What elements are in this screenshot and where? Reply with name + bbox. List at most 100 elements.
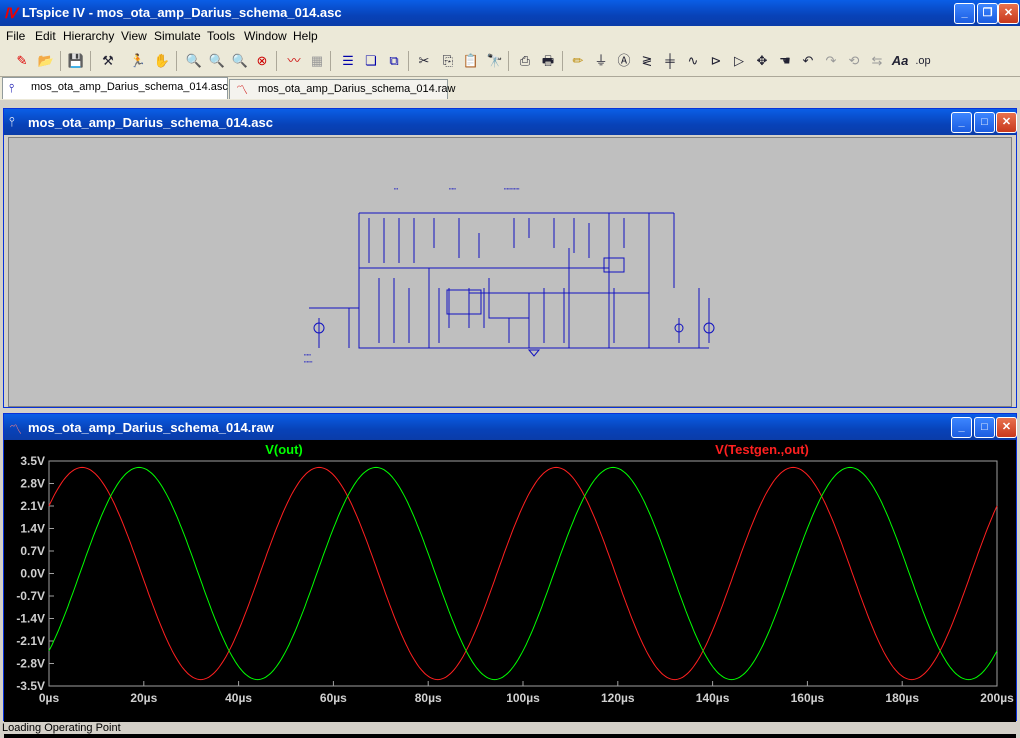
x-tick-label: 140µs	[696, 691, 730, 705]
waveform-minimize-button[interactable]: _	[951, 417, 972, 438]
close-button[interactable]: ✕	[998, 3, 1019, 24]
y-tick-label: 1.4V	[20, 522, 45, 536]
waveform-window: 〽 mos_ota_amp_Darius_schema_014.raw _ □ …	[3, 413, 1017, 738]
fft-icon[interactable]: ▦	[307, 51, 327, 71]
schematic-canvas[interactable]: ▪▪▪ ▪▪▪▪▪ ▪▪▪▪▪▪▪▪▪▪▪ ▪▪▪▪▪ ▪▪▪▪▪▪	[8, 137, 1012, 407]
y-tick-label: -2.1V	[16, 634, 45, 648]
schematic-minimize-button[interactable]: _	[951, 112, 972, 133]
menu-tools[interactable]: Tools	[207, 29, 235, 43]
waveform-close-button[interactable]: ✕	[996, 417, 1017, 438]
redo-icon[interactable]: ↷	[821, 51, 841, 71]
schematic-drawing: ▪▪▪ ▪▪▪▪▪ ▪▪▪▪▪▪▪▪▪▪▪ ▪▪▪▪▪ ▪▪▪▪▪▪	[304, 186, 715, 364]
series-line-v-testgen-out	[48, 466, 998, 681]
drag-icon[interactable]: ☚	[775, 51, 795, 71]
schematic-label-2: ▪▪▪▪▪	[449, 186, 457, 191]
legend-v-testgen-out[interactable]: V(Testgen.,out)	[715, 442, 809, 457]
mirror-icon[interactable]: ⇆	[867, 51, 887, 71]
restore-button[interactable]: ❐	[977, 3, 998, 24]
copy-icon[interactable]: ⎘	[438, 51, 458, 71]
diode-icon[interactable]: ⊳	[706, 51, 726, 71]
cascade-icon[interactable]: ❏	[361, 51, 381, 71]
schematic-window-titlebar: ⫯ mos_ota_amp_Darius_schema_014.asc _ □ …	[4, 109, 1017, 135]
series-line-v-out	[48, 466, 998, 681]
x-tick-label: 40µs	[225, 691, 252, 705]
tab-waveform-label: mos_ota_amp_Darius_schema_014.raw	[258, 83, 456, 95]
schematic-window-title: mos_ota_amp_Darius_schema_014.asc	[28, 115, 273, 130]
y-tick-label: 2.1V	[20, 499, 45, 513]
menu-simulate[interactable]: Simulate	[154, 29, 201, 43]
waveform-window-title: mos_ota_amp_Darius_schema_014.raw	[28, 420, 274, 435]
zoom-pan-icon[interactable]: 🔍	[207, 51, 227, 71]
run-icon[interactable]: 🏃	[128, 51, 148, 71]
zoom-out-icon[interactable]: 🔍	[230, 51, 250, 71]
y-tick-label: -0.7V	[16, 589, 45, 603]
x-tick-label: 100µs	[506, 691, 540, 705]
waveform-window-titlebar: 〽 mos_ota_amp_Darius_schema_014.raw _ □ …	[4, 414, 1017, 440]
plot-pane[interactable]: V(out) V(Testgen.,out) 3.5V 2.8V 2.1V 1.4V 0…	[4, 440, 1016, 738]
spice-directive-icon[interactable]: .op	[913, 51, 933, 71]
menu-hierarchy[interactable]: Hierarchy	[63, 29, 114, 43]
schematic-label-3: ▪▪▪▪▪▪▪▪▪▪▪	[504, 186, 520, 191]
ltspice-icon: Ⅳ	[4, 5, 17, 21]
waveform-plot: V(out) V(Testgen.,out) 3.5V 2.8V 2.1V 1.4V 0…	[16, 442, 1014, 705]
text-icon[interactable]: Aa	[890, 51, 910, 71]
status-text: Loading Operating Point	[2, 722, 121, 734]
status-bar: Loading Operating Point	[0, 722, 1020, 734]
menu-view[interactable]: View	[121, 29, 147, 43]
plot-frame	[48, 460, 998, 687]
rotate-icon[interactable]: ⟲	[844, 51, 864, 71]
menu-window[interactable]: Window	[244, 29, 287, 43]
label-icon[interactable]: Ⓐ	[614, 51, 634, 71]
find-icon[interactable]: 🔭	[485, 51, 505, 71]
minimize-button[interactable]: _	[954, 3, 975, 24]
y-tick-label: 2.8V	[20, 477, 45, 491]
x-tick-label: 20µs	[130, 691, 157, 705]
x-tick-label: 160µs	[791, 691, 825, 705]
menu-bar: File Edit Hierarchy View Simulate Tools …	[0, 26, 1020, 46]
schematic-maximize-button[interactable]: □	[974, 112, 995, 133]
waveform-maximize-button[interactable]: □	[974, 417, 995, 438]
print-icon[interactable]: 🖶	[538, 51, 558, 71]
x-tick-label: 180µs	[885, 691, 919, 705]
move-icon[interactable]: ✥	[752, 51, 772, 71]
wire-icon[interactable]: ✏	[568, 51, 588, 71]
schematic-label-5: ▪▪▪▪▪▪	[304, 359, 313, 364]
cut-icon[interactable]: ✂	[414, 51, 434, 71]
document-tabs: ⫯ mos_ota_amp_Darius_schema_014.asc 〽 mo…	[0, 77, 1020, 100]
control-panel-icon[interactable]: ⚒	[98, 51, 118, 71]
window-title: LTspice IV - mos_ota_amp_Darius_schema_0…	[22, 5, 342, 20]
x-tick-label: 60µs	[320, 691, 347, 705]
save-icon[interactable]: 💾	[66, 51, 86, 71]
resistor-icon[interactable]: ≷	[637, 51, 657, 71]
tab-schematic[interactable]: ⫯ mos_ota_amp_Darius_schema_014.asc	[2, 77, 228, 99]
x-tick-label: 120µs	[601, 691, 635, 705]
new-schematic-icon[interactable]: ✎	[12, 51, 32, 71]
capacitor-icon[interactable]: ╪	[660, 51, 680, 71]
paste-icon[interactable]: 📋	[461, 51, 481, 71]
schematic-label-1: ▪▪▪	[394, 186, 399, 191]
waveform-icon: 〽	[236, 83, 249, 97]
tile-horizontal-icon[interactable]: ☰	[338, 51, 358, 71]
ground-icon[interactable]: ⏚	[591, 51, 611, 71]
zoom-fit-icon[interactable]: ⊗	[252, 51, 272, 71]
menu-edit[interactable]: Edit	[35, 29, 56, 43]
menu-file[interactable]: File	[6, 29, 25, 43]
zoom-in-icon[interactable]: 🔍	[184, 51, 204, 71]
toolbar: ✎ 📂 💾 ⚒ 🏃 ✋ 🔍 🔍 🔍 ⊗ 〰 ▦ ☰ ❏ ⧉ ✂ ⎘ 📋 🔭 ⎙ …	[0, 46, 1020, 77]
autorange-icon[interactable]: 〰	[284, 51, 304, 71]
tab-schematic-label: mos_ota_amp_Darius_schema_014.asc	[31, 81, 228, 93]
tab-waveform[interactable]: 〽 mos_ota_amp_Darius_schema_014.raw	[229, 79, 456, 99]
x-tick-label: 200µs	[980, 691, 1014, 705]
menu-help[interactable]: Help	[293, 29, 318, 43]
print-setup-icon[interactable]: ⎙	[515, 51, 535, 71]
close-windows-icon[interactable]: ⧉	[384, 51, 404, 71]
schematic-window: ⫯ mos_ota_amp_Darius_schema_014.asc _ □ …	[3, 108, 1017, 408]
legend-v-out[interactable]: V(out)	[265, 442, 303, 457]
open-icon[interactable]: 📂	[36, 51, 56, 71]
undo-icon[interactable]: ↶	[798, 51, 818, 71]
schematic-icon: ⫯	[9, 114, 15, 129]
schematic-close-button[interactable]: ✕	[996, 112, 1017, 133]
inductor-icon[interactable]: ∿	[683, 51, 703, 71]
halt-icon[interactable]: ✋	[152, 51, 172, 71]
component-icon[interactable]: ▷	[729, 51, 749, 71]
